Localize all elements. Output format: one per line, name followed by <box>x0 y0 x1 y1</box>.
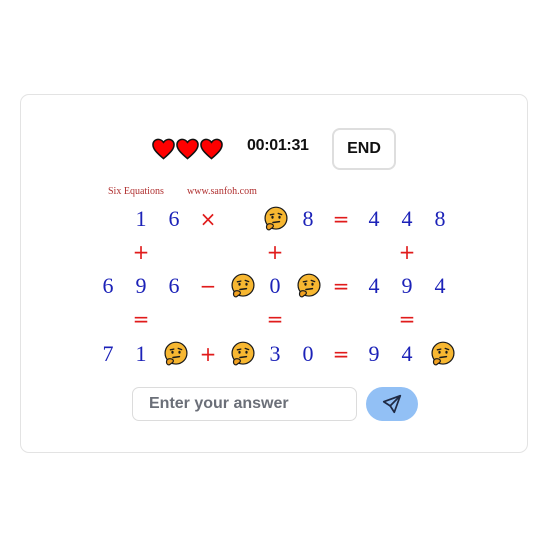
digit: 0 <box>269 273 281 298</box>
digit: 9 <box>401 273 413 298</box>
digit: 4 <box>401 206 413 231</box>
thinking-face-icon <box>261 204 291 234</box>
operator: = <box>332 342 350 366</box>
operator: = <box>332 207 350 231</box>
thinking-face-icon <box>228 339 258 369</box>
end-button[interactable]: END <box>332 128 396 170</box>
digit: 6 <box>168 206 180 231</box>
send-icon <box>382 394 402 414</box>
lives <box>152 136 223 164</box>
digit: 9 <box>368 341 380 366</box>
operator: + <box>266 240 284 264</box>
digit: 1 <box>135 341 147 366</box>
operator: + <box>398 240 416 264</box>
operator: + <box>132 240 150 264</box>
operator: × <box>199 207 217 231</box>
operator: = <box>132 307 150 331</box>
thinking-face-icon <box>228 271 258 301</box>
digit: 6 <box>102 273 114 298</box>
operator: = <box>332 274 350 298</box>
timer: 00:01:31 <box>247 137 309 154</box>
puzzle-title: Six Equations <box>108 186 164 197</box>
heart-icon <box>176 138 199 160</box>
thinking-face-icon <box>428 339 458 369</box>
digit: 1 <box>135 206 147 231</box>
heart-icon <box>200 138 223 160</box>
send-button[interactable] <box>366 387 418 421</box>
operator: = <box>266 307 284 331</box>
thinking-face-icon <box>294 271 324 301</box>
digit: 7 <box>102 341 114 366</box>
site-url: www.sanfoh.com <box>187 186 257 197</box>
digit: 8 <box>302 206 314 231</box>
digit: 4 <box>368 206 380 231</box>
thinking-face-icon <box>161 339 191 369</box>
digit: 4 <box>368 273 380 298</box>
digit: 0 <box>302 341 314 366</box>
operator: + <box>199 342 217 366</box>
heart-icon <box>152 138 175 160</box>
digit: 3 <box>269 341 281 366</box>
digit: 8 <box>434 206 446 231</box>
digit: 9 <box>135 273 147 298</box>
digit: 4 <box>401 341 413 366</box>
digit: 6 <box>168 273 180 298</box>
digit: 4 <box>434 273 446 298</box>
operator: − <box>199 274 217 298</box>
operator: = <box>398 307 416 331</box>
answer-input[interactable] <box>132 387 357 421</box>
